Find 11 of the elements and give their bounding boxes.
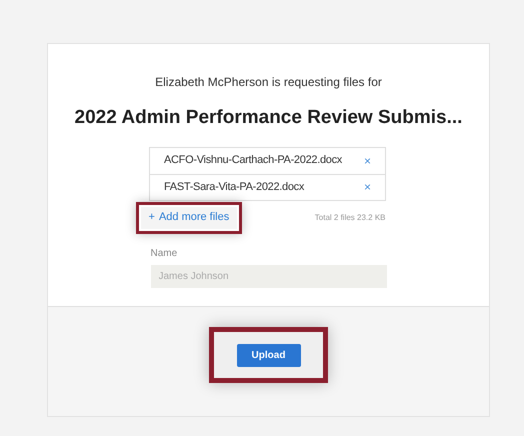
add-more-files-link[interactable]: + Add more files xyxy=(140,206,238,228)
upload-button[interactable]: Upload xyxy=(236,344,300,366)
file-name: FAST-Sara-Vita-PA-2022.docx xyxy=(164,180,304,195)
request-subtitle: Elizabeth McPherson is requesting files for xyxy=(155,74,382,91)
remove-file-button[interactable]: × xyxy=(364,181,371,193)
remove-file-button[interactable]: × xyxy=(364,154,371,166)
total-size-text: Total 2 files 23.2 KB xyxy=(314,212,386,224)
file-name: ACFO-Vishnu-Carthach-PA-2022.docx xyxy=(164,153,342,168)
name-field[interactable]: James Johnson xyxy=(150,264,386,288)
name-label: Name xyxy=(150,246,178,260)
request-title: 2022 Admin Performance Review Submis... xyxy=(74,106,462,130)
